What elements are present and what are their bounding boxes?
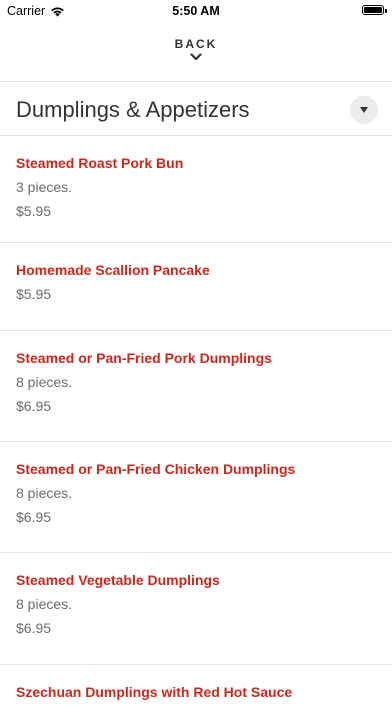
status-bar: Carrier 5:50 AM xyxy=(0,0,392,22)
item-price: $6.95 xyxy=(16,509,52,525)
item-name: Steamed or Pan-Fried Pork Dumplings xyxy=(16,350,272,366)
item-name: Szechuan Dumplings with Red Hot Sauce xyxy=(16,684,293,700)
menu-item[interactable]: Szechuan Dumplings with Red Hot Sauce xyxy=(0,665,392,725)
section-title: Dumplings & Appetizers xyxy=(16,97,250,122)
menu-list: Steamed Roast Pork Bun 3 pieces. $5.95 H… xyxy=(0,136,392,725)
item-price: $6.95 xyxy=(16,620,52,636)
menu-item[interactable]: Steamed or Pan-Fried Chicken Dumplings 8… xyxy=(0,442,392,553)
menu-item[interactable]: Steamed or Pan-Fried Pork Dumplings 8 pi… xyxy=(0,331,392,442)
item-description: 8 pieces. xyxy=(16,485,73,501)
item-description: 8 pieces. xyxy=(16,374,73,390)
status-time: 5:50 AM xyxy=(172,4,220,18)
category-dropdown-button[interactable] xyxy=(350,96,378,124)
item-price: $5.95 xyxy=(16,286,52,302)
item-description: 8 pieces. xyxy=(16,596,73,612)
item-description: 3 pieces. xyxy=(16,179,73,195)
menu-item[interactable]: Steamed Roast Pork Bun 3 pieces. $5.95 xyxy=(0,136,392,243)
item-price: $5.95 xyxy=(16,203,52,219)
back-button[interactable]: BACK xyxy=(0,30,392,74)
item-name: Steamed Roast Pork Bun xyxy=(16,155,184,171)
caret-down-icon xyxy=(360,107,368,113)
section-header: Dumplings & Appetizers xyxy=(0,82,392,135)
menu-item[interactable]: Steamed Vegetable Dumplings 8 pieces. $6… xyxy=(0,553,392,665)
chevron-down-icon xyxy=(190,53,202,61)
item-name: Steamed Vegetable Dumplings xyxy=(16,572,220,588)
item-price: $6.95 xyxy=(16,398,52,414)
item-name: Homemade Scallion Pancake xyxy=(16,262,210,278)
item-name: Steamed or Pan-Fried Chicken Dumplings xyxy=(16,461,296,477)
menu-item[interactable]: Homemade Scallion Pancake $5.95 xyxy=(0,243,392,331)
battery-icon xyxy=(362,5,387,15)
back-label: BACK xyxy=(174,37,218,51)
